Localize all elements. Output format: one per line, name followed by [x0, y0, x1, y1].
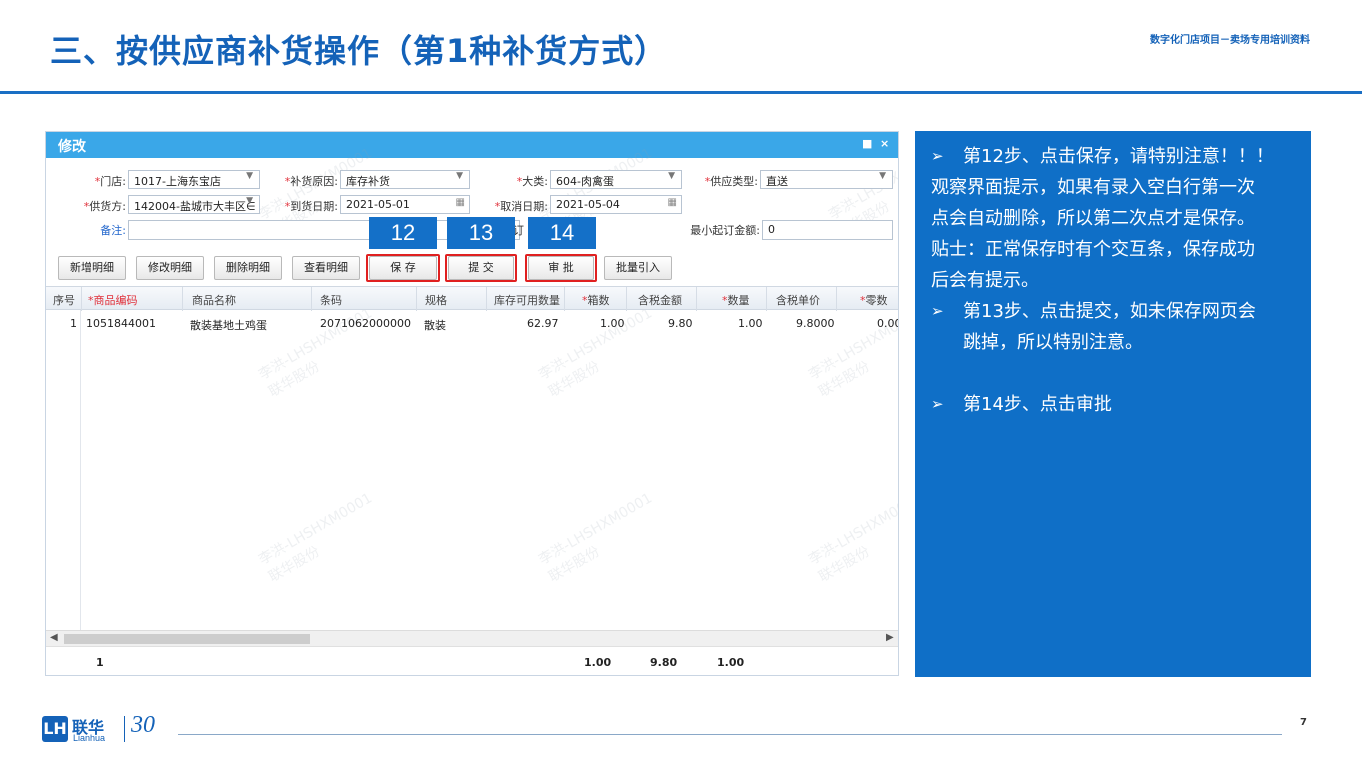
- logo-divider: [124, 716, 125, 742]
- step-tag-13: 13: [447, 217, 515, 249]
- cell-product-name: 散装基地土鸡蛋: [190, 319, 267, 332]
- cell-loose: 0.00: [877, 317, 898, 330]
- cell-amount: 9.80: [668, 317, 693, 330]
- delete-detail-button[interactable]: 删除明细: [214, 256, 282, 280]
- scroll-left-icon[interactable]: ◀: [50, 632, 58, 643]
- col-header[interactable]: 库存可用数量: [494, 292, 560, 308]
- title-divider: [0, 91, 1362, 94]
- restore-icon[interactable]: ■: [862, 137, 872, 150]
- cell-barcode: 2071062000000: [320, 317, 411, 330]
- arrival-date-field[interactable]: 2021-05-01 ▦: [340, 195, 470, 214]
- submit-button[interactable]: 提 交: [448, 256, 514, 280]
- store-select[interactable]: 1017-上海东宝店 ▼: [128, 170, 260, 189]
- step-tag-14: 14: [528, 217, 596, 249]
- arrow-bullet-icon: ➢: [931, 395, 944, 413]
- logo-english-name: Lianhua: [73, 733, 106, 743]
- watermark: 李洪-LHSHXM0001联华股份: [806, 490, 899, 586]
- note-text: 观察界面提示，如果有录入空白行第一次: [931, 177, 1255, 198]
- watermark: 李洪-LHSHXM0001联华股份: [536, 490, 656, 586]
- col-header[interactable]: 商品名称: [192, 292, 236, 308]
- col-header[interactable]: *零数: [860, 292, 888, 308]
- total-amount: 9.80: [650, 656, 678, 669]
- note-step14-title: ➢ 第14步、点击审批: [931, 389, 1297, 420]
- reason-label: *补货原因:: [284, 175, 338, 188]
- col-header[interactable]: 规格: [425, 292, 447, 308]
- col-header[interactable]: 含税金额: [638, 292, 682, 308]
- edit-detail-button[interactable]: 修改明细: [136, 256, 204, 280]
- cancel-date-field[interactable]: 2021-05-04 ▦: [550, 195, 682, 214]
- cell-unit-price: 9.8000: [796, 317, 835, 330]
- col-header[interactable]: *数量: [722, 292, 750, 308]
- edit-dialog: 修改 ■ × 李洪-LHSHXM0001联华股份 李洪-LHSHXM0001联华…: [45, 131, 899, 676]
- lianhua-logo-icon: LH: [42, 716, 68, 742]
- chevron-down-icon: ▼: [668, 171, 675, 181]
- supplier-select[interactable]: 142004-盐城市大丰区∈ ▼: [128, 195, 260, 214]
- batch-import-button[interactable]: 批量引入: [604, 256, 672, 280]
- chevron-down-icon: ▼: [246, 171, 253, 181]
- note-text: 跳掉，所以特别注意。: [963, 332, 1143, 353]
- grid-footer-totals: 1 1.00 9.80 1.00: [46, 646, 898, 675]
- reason-select[interactable]: 库存补货 ▼: [340, 170, 470, 189]
- cell-product-code: 1051844001: [86, 317, 156, 330]
- remark-label: 备注:: [100, 224, 126, 237]
- chevron-down-icon: ▼: [456, 171, 463, 181]
- calendar-icon[interactable]: ▦: [668, 197, 677, 208]
- slide-subtitle: 数字化门店项目－卖场专用培训资料: [1150, 35, 1310, 46]
- scroll-right-icon[interactable]: ▶: [886, 632, 894, 643]
- page-number: 7: [1300, 717, 1307, 728]
- arrow-bullet-icon: ➢: [931, 147, 944, 165]
- cancel-date-label: *取消日期:: [494, 200, 548, 213]
- calendar-icon[interactable]: ▦: [456, 197, 465, 208]
- grid-header: 序号 *商品编码 商品名称 条码 规格 库存可用数量 *箱数 含税金额 *数量 …: [46, 286, 898, 311]
- cell-index: 1: [70, 317, 77, 330]
- category-label: *大类:: [516, 175, 548, 188]
- supply-type-select[interactable]: 直送 ▼: [760, 170, 893, 189]
- col-header[interactable]: 序号: [53, 292, 75, 308]
- note-text: 点会自动删除，所以第二次点才是保存。: [931, 208, 1255, 229]
- note-step12-title: ➢ 第12步、点击保存，请特别注意！！！: [931, 141, 1297, 172]
- supplier-label: *供货方:: [83, 200, 126, 213]
- add-detail-button[interactable]: 新增明细: [58, 256, 126, 280]
- dialog-header: 修改 ■ ×: [46, 132, 898, 158]
- slide-title: 三、按供应商补货操作（第1种补货方式）: [50, 32, 668, 70]
- total-quantity: 1.00: [717, 656, 745, 669]
- col-header[interactable]: 含税单价: [776, 292, 820, 308]
- save-button[interactable]: 保 存: [369, 256, 437, 280]
- step-tag-12: 12: [369, 217, 437, 249]
- scrollbar-thumb[interactable]: [64, 634, 310, 644]
- supply-type-label: *供应类型:: [704, 175, 758, 188]
- cell-stock: 62.97: [527, 317, 559, 330]
- close-icon[interactable]: ×: [880, 137, 889, 150]
- arrow-bullet-icon: ➢: [931, 302, 944, 320]
- approve-button[interactable]: 审 批: [528, 256, 594, 280]
- total-count: 1: [96, 656, 104, 669]
- arrival-date-label: *到货日期:: [284, 200, 338, 213]
- note-step13-title: ➢ 第13步、点击提交，如未保存网页会: [931, 296, 1297, 327]
- horizontal-scrollbar[interactable]: ◀ ▶: [46, 630, 898, 646]
- cell-boxes: 1.00: [600, 317, 625, 330]
- col-header[interactable]: *商品编码: [88, 292, 138, 308]
- cell-quantity: 1.00: [738, 317, 763, 330]
- total-boxes: 1.00: [584, 656, 612, 669]
- category-select[interactable]: 604-肉禽蛋 ▼: [550, 170, 682, 189]
- min-order-label: 最小起订金额:: [690, 224, 760, 237]
- col-header[interactable]: 条码: [320, 292, 342, 308]
- instruction-panel: ➢ 第12步、点击保存，请特别注意！！！ 观察界面提示，如果有录入空白行第一次 点…: [915, 131, 1311, 677]
- anniversary-logo: 30: [131, 712, 155, 738]
- row-number-column: [46, 310, 81, 630]
- note-text: 贴士：正常保存时有个交互条，保存成功: [931, 239, 1255, 260]
- dialog-title: 修改: [58, 139, 86, 155]
- view-detail-button[interactable]: 查看明细: [292, 256, 360, 280]
- note-text: 后会有提示。: [931, 270, 1039, 291]
- store-label: *门店:: [94, 175, 126, 188]
- col-header[interactable]: *箱数: [582, 292, 610, 308]
- watermark: 李洪-LHSHXM0001联华股份: [256, 490, 376, 586]
- cell-spec: 散装: [424, 319, 446, 332]
- chevron-down-icon: ▼: [246, 196, 253, 206]
- footer-divider: [178, 734, 1282, 735]
- chevron-down-icon: ▼: [879, 171, 886, 181]
- min-order-input[interactable]: 0: [762, 220, 893, 240]
